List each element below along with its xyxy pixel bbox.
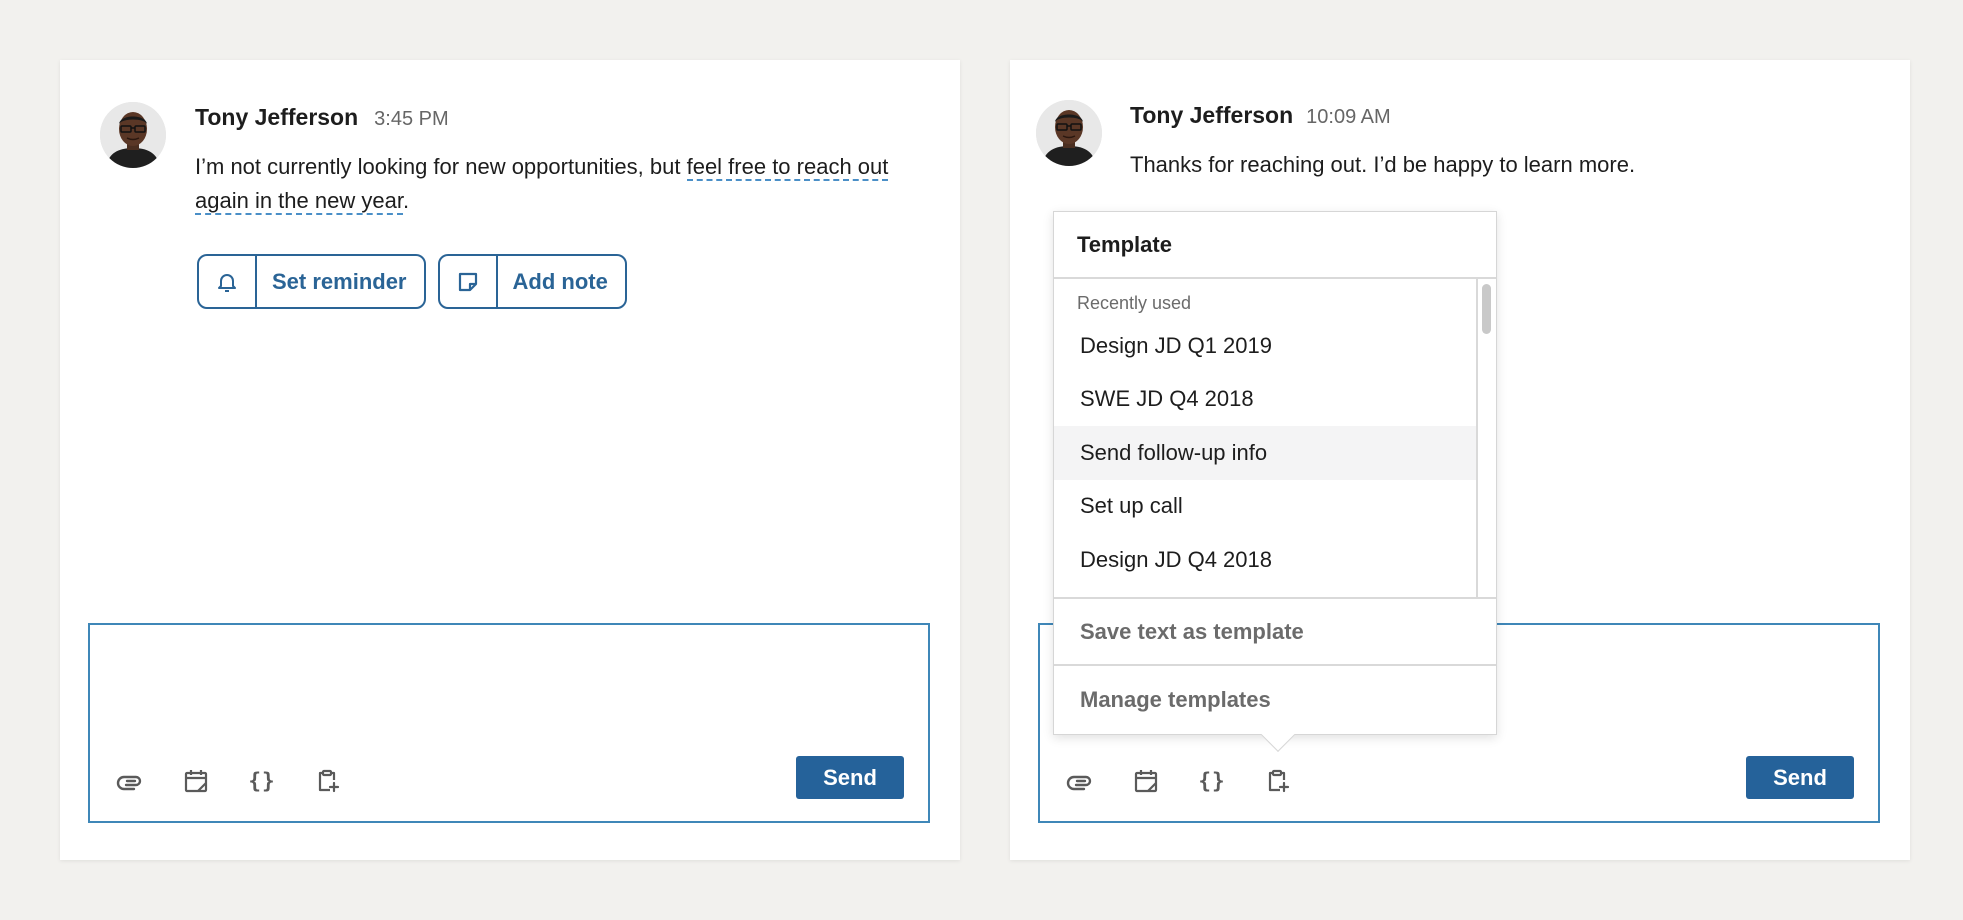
avatar xyxy=(1036,100,1102,166)
message-text: Thanks for reaching out. I’d be happy to… xyxy=(1130,152,1636,177)
template-menu: Template Recently used Design JD Q1 2019… xyxy=(1053,211,1497,752)
bell-icon xyxy=(199,256,257,307)
set-reminder-label: Set reminder xyxy=(272,268,407,294)
message-header: Tony Jefferson 10:09 AM xyxy=(1130,102,1391,129)
scrollbar-thumb[interactable] xyxy=(1482,284,1491,334)
braces-icon[interactable]: {} xyxy=(246,765,278,797)
braces-glyph: {} xyxy=(1198,769,1226,793)
sender-name[interactable]: Tony Jefferson xyxy=(195,104,358,131)
send-button[interactable]: Send xyxy=(1746,756,1854,799)
clipboard-plus-icon[interactable] xyxy=(312,765,344,797)
paperclip-icon[interactable] xyxy=(114,765,146,797)
avatar xyxy=(100,102,166,168)
add-note-label: Add note xyxy=(512,268,608,294)
composer-toolbar: {} xyxy=(1064,765,1294,797)
template-item[interactable]: Design JD Q1 2019 xyxy=(1054,319,1477,373)
calendar-icon[interactable] xyxy=(1130,765,1162,797)
template-item[interactable]: SWE JD Q4 2018 xyxy=(1054,373,1477,427)
template-item[interactable]: Design JD Q4 2018 xyxy=(1054,533,1477,587)
save-as-template-button[interactable]: Save text as template xyxy=(1054,599,1496,666)
braces-icon[interactable]: {} xyxy=(1196,765,1228,797)
calendar-icon[interactable] xyxy=(180,765,212,797)
add-note-button[interactable]: Add note xyxy=(437,254,627,309)
message-composer[interactable]: {} Send xyxy=(88,623,930,823)
message-header: Tony Jefferson 3:45 PM xyxy=(195,104,449,131)
message-time: 3:45 PM xyxy=(374,108,449,130)
conversation-panel-left: Tony Jefferson 3:45 PM I’m not currently… xyxy=(60,60,960,860)
recently-used-label: Recently used xyxy=(1077,293,1192,313)
message-time: 10:09 AM xyxy=(1306,106,1391,128)
template-list: Recently used Design JD Q1 2019 SWE JD Q… xyxy=(1054,279,1496,599)
template-item-hovered[interactable]: Send follow-up info xyxy=(1054,426,1477,480)
braces-glyph: {} xyxy=(248,769,276,793)
clipboard-plus-icon[interactable] xyxy=(1262,765,1294,797)
composer-toolbar: {} xyxy=(114,765,344,797)
template-item[interactable]: Set up call xyxy=(1054,480,1477,534)
message-text-start: I’m not currently looking for new opport… xyxy=(195,154,687,179)
set-reminder-button[interactable]: Set reminder xyxy=(197,254,426,309)
note-icon xyxy=(440,256,498,307)
template-menu-title: Template xyxy=(1054,212,1496,279)
sender-name[interactable]: Tony Jefferson xyxy=(1130,102,1293,129)
paperclip-icon[interactable] xyxy=(1064,765,1096,797)
send-button[interactable]: Send xyxy=(796,756,904,799)
suggested-actions: Set reminder Add note xyxy=(197,254,627,309)
template-scrollbar[interactable] xyxy=(1476,279,1496,597)
message-text: I’m not currently looking for new opport… xyxy=(195,150,915,218)
message-text-end: . xyxy=(402,188,410,213)
